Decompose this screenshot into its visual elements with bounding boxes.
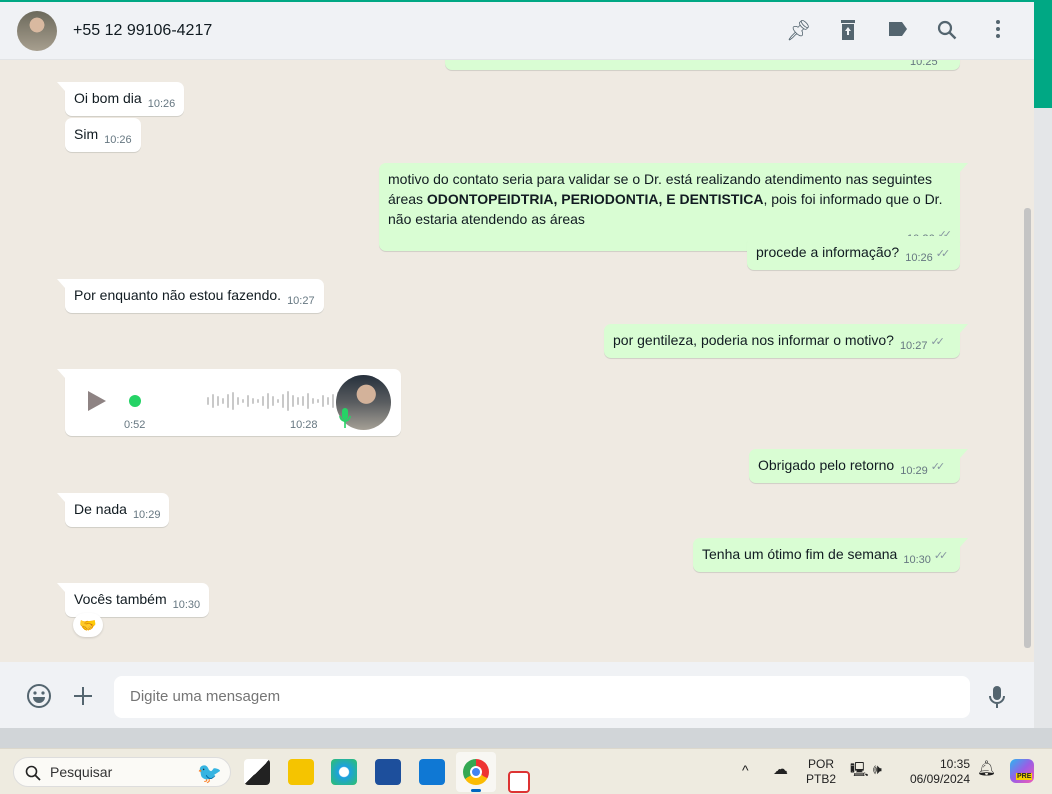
attach-plus-icon[interactable] <box>72 685 94 707</box>
waveform-bar <box>262 396 264 406</box>
waveform-bar <box>257 399 259 403</box>
snipping-tool-icon[interactable] <box>508 771 530 793</box>
edge-icon[interactable] <box>331 759 357 785</box>
waveform-bar <box>207 397 209 405</box>
tray-overflow-icon[interactable]: ^ <box>742 763 749 778</box>
contact-avatar[interactable] <box>17 11 57 51</box>
waveform-bar <box>317 399 319 403</box>
read-ticks-icon: ✓✓ <box>930 461 946 473</box>
read-ticks-icon: ✓✓ <box>930 336 945 348</box>
voice-message: 0:52 10:28 <box>57 369 401 436</box>
label-icon[interactable] <box>886 19 910 43</box>
message-out: Obrigado pelo retorno 10:29 ✓✓ <box>749 449 968 483</box>
search-icon[interactable] <box>935 19 959 43</box>
waveform-bar <box>282 394 284 408</box>
waveform-bar <box>222 398 224 404</box>
waveform-bar <box>312 398 314 404</box>
waveform-bar <box>247 395 249 407</box>
pin-icon[interactable]: 📌︎ <box>786 19 811 43</box>
read-ticks-icon: ✓✓ <box>935 248 951 260</box>
delete-icon[interactable] <box>836 19 860 43</box>
message-in: Vocês também 10:30 <box>56 583 210 617</box>
microphone-icon <box>339 408 351 428</box>
chat-header: +55 12 99106-4217 📌︎ <box>0 2 1034 60</box>
cloud-off-icon[interactable]: ☁ <box>773 762 788 777</box>
waveform-bar <box>332 394 334 408</box>
message-input[interactable] <box>114 676 970 718</box>
waveform-bar <box>212 394 214 408</box>
side-accent <box>1034 2 1052 108</box>
window-gap <box>0 728 1052 748</box>
message-in: De nada 10:29 <box>56 493 170 527</box>
waveform-bar <box>287 391 289 411</box>
taskbar: Pesquisar 🐦 ^ ☁ POR PTB2 🖳 🕪 10:35 06/09/2… <box>0 748 1052 794</box>
chrome-taskbar-button[interactable] <box>456 752 496 792</box>
scrollbar[interactable] <box>1024 208 1031 648</box>
waveform-bar <box>237 397 239 405</box>
network-icon[interactable]: 🖳 <box>850 762 869 777</box>
message-in: Oi bom dia 10:26 <box>56 82 185 116</box>
reaction-badge[interactable]: 🤝 <box>73 613 103 637</box>
waveform-bar <box>267 393 269 409</box>
copilot-icon[interactable]: PRE <box>1010 759 1034 783</box>
waveform-bar <box>252 398 254 404</box>
waveform-bar <box>292 395 294 407</box>
microphone-icon[interactable] <box>988 685 1006 709</box>
language-indicator[interactable]: POR PTB2 <box>806 757 836 787</box>
message-in: Por enquanto não estou fazendo. 10:27 <box>57 279 324 313</box>
message-list[interactable]: 10:25✓✓ Oi bom dia10:26 Sim10:26 motivo … <box>0 60 1034 662</box>
waveform-bar <box>297 397 299 405</box>
side-gutter <box>1034 108 1052 728</box>
message-in: Sim 10:26 <box>65 118 141 152</box>
notification-bell-icon[interactable]: 🔔︎ <box>977 761 996 776</box>
playback-slider[interactable] <box>129 395 141 407</box>
message-out: por gentileza, poderia nos informar o mo… <box>604 324 968 358</box>
waveform <box>207 389 354 413</box>
waveform-bar <box>232 392 234 410</box>
menu-icon[interactable] <box>986 19 1010 43</box>
file-explorer-icon[interactable] <box>288 759 314 785</box>
message-out: Tenha um ótimo fim de semana 10:30 ✓✓ <box>693 538 968 572</box>
waveform-bar <box>307 393 309 409</box>
store-icon[interactable] <box>375 759 401 785</box>
read-ticks-icon: ✓✓ <box>933 550 949 562</box>
clock[interactable]: 10:35 06/09/2024 <box>906 757 970 787</box>
volume-icon[interactable]: 🕪 <box>873 762 882 777</box>
message-out: procede a informação? 10:26 ✓✓ <box>747 236 960 270</box>
waveform-bar <box>327 397 329 405</box>
waveform-bar <box>217 396 219 406</box>
task-view-icon[interactable] <box>244 759 270 785</box>
waveform-bar <box>242 399 244 403</box>
bird-icon: 🐦 <box>197 763 222 785</box>
emoji-icon[interactable] <box>26 683 52 709</box>
contact-name[interactable]: +55 12 99106-4217 <box>73 22 212 40</box>
read-ticks-icon: ✓✓ <box>941 60 956 64</box>
compose-bar <box>0 662 1034 728</box>
waveform-bar <box>322 395 324 407</box>
waveform-bar <box>272 396 274 406</box>
play-icon[interactable] <box>86 389 108 413</box>
waveform-bar <box>227 394 229 408</box>
waveform-bar <box>277 399 279 403</box>
taskbar-search[interactable]: Pesquisar 🐦 <box>13 757 231 787</box>
waveform-bar <box>302 396 304 406</box>
message-out: 10:25✓✓ <box>445 60 960 70</box>
search-icon <box>25 765 41 781</box>
outlook-icon[interactable] <box>419 759 445 785</box>
